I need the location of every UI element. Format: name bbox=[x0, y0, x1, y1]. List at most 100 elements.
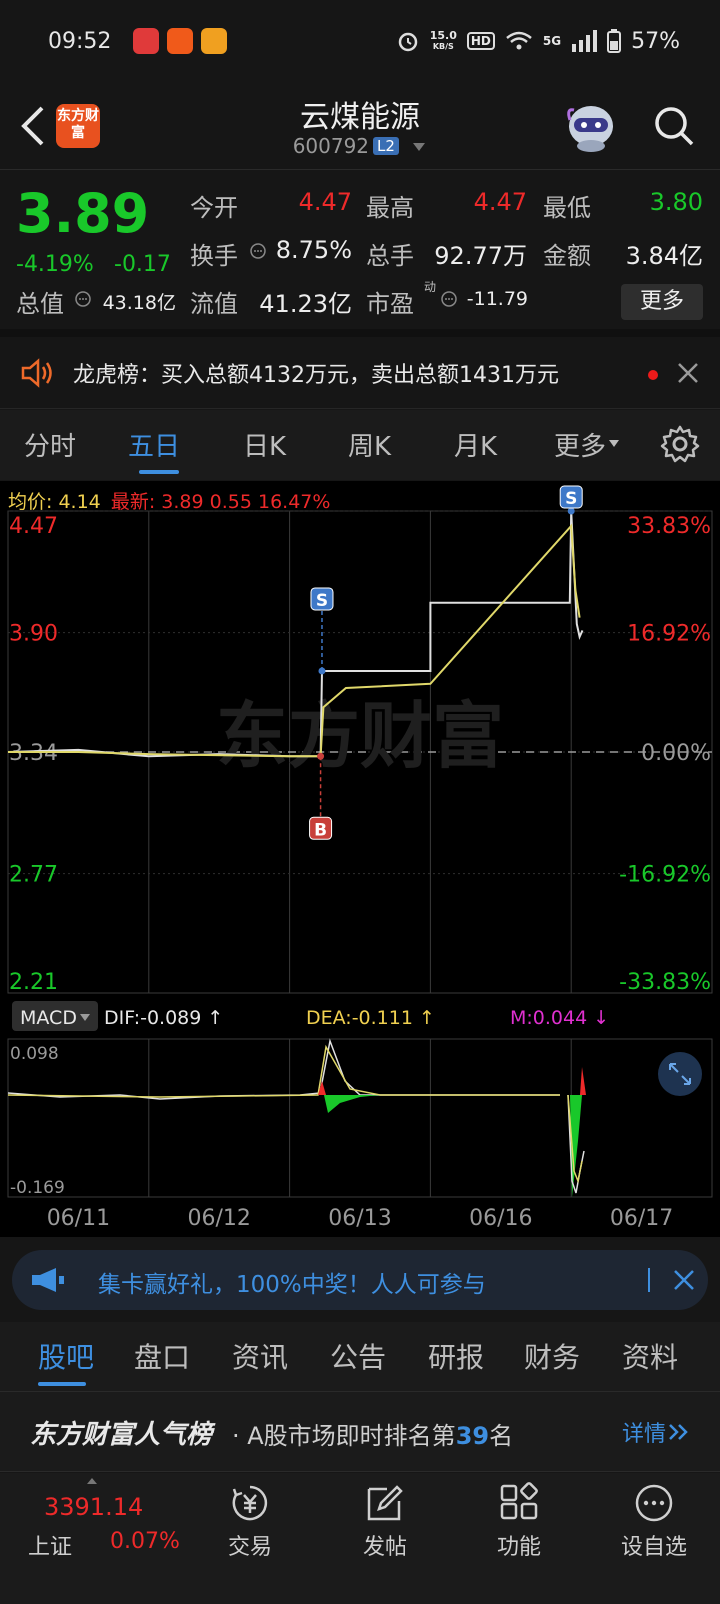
tab-daily-k[interactable]: 日K bbox=[243, 426, 286, 463]
ranking-suffix: 名 bbox=[489, 1422, 514, 1450]
up-triangle-icon bbox=[87, 1478, 97, 1484]
high-value: 4.47 bbox=[473, 188, 527, 216]
banner-divider bbox=[648, 1268, 650, 1292]
change-amount: -0.17 bbox=[114, 252, 171, 277]
search-icon[interactable] bbox=[652, 104, 696, 148]
close-icon[interactable] bbox=[672, 1268, 696, 1292]
high-label: 最高 bbox=[366, 194, 414, 222]
popularity-ranking[interactable]: 东方财富人气榜 · A股市场即时排名第39名 详情 bbox=[0, 1392, 720, 1472]
stock-code: 600792 bbox=[292, 134, 370, 158]
amount-value: 3.84亿 bbox=[625, 242, 703, 270]
unread-dot bbox=[648, 370, 658, 380]
close-icon[interactable] bbox=[676, 361, 700, 385]
trade-marker-label: S bbox=[565, 489, 577, 509]
info-icon[interactable] bbox=[249, 242, 267, 260]
notice-text: 龙虎榜：买入总额4132万元，卖出总额1431万元 bbox=[73, 363, 559, 388]
more-button[interactable]: 更多 bbox=[621, 284, 703, 320]
y-left-tick-label: 3.34 bbox=[9, 741, 58, 766]
ranking-number: 39 bbox=[455, 1422, 490, 1450]
network-type: 5G bbox=[542, 34, 562, 48]
x-axis-date-label: 06/13 bbox=[328, 1206, 391, 1231]
edit-icon bbox=[367, 1485, 403, 1521]
net-speed-unit: KB/S bbox=[432, 42, 454, 51]
open-label: 今开 bbox=[190, 194, 238, 222]
expand-button bbox=[658, 1052, 702, 1096]
float-value: 41.23亿 bbox=[259, 290, 352, 318]
settings-gear-icon[interactable] bbox=[660, 424, 700, 464]
tab-intraday[interactable]: 分时 bbox=[24, 426, 76, 463]
nav-post[interactable]: 发帖 bbox=[335, 1481, 435, 1561]
index-percent: 0.07% bbox=[110, 1529, 180, 1554]
y-right-tick-label: 33.83% bbox=[627, 514, 711, 539]
mktcap-value: 43.18亿 bbox=[102, 292, 176, 314]
tab-research[interactable]: 研报 bbox=[428, 1336, 484, 1376]
taobao-app-icon bbox=[133, 28, 160, 54]
tab-news[interactable]: 资讯 bbox=[232, 1336, 288, 1376]
y-left-tick-label: 3.90 bbox=[9, 622, 58, 647]
signal-icon bbox=[572, 30, 598, 52]
tab-guba[interactable]: 股吧 bbox=[38, 1336, 94, 1376]
current-price: 3.89 bbox=[16, 182, 150, 245]
alarm-icon bbox=[398, 32, 417, 52]
tab-announcements[interactable]: 公告 bbox=[330, 1336, 386, 1376]
speaker-icon bbox=[21, 358, 52, 388]
y-left-tick-label: 2.21 bbox=[9, 970, 58, 995]
macd-top-tick: 0.098 bbox=[10, 1044, 59, 1064]
y-right-tick-label: -33.83% bbox=[619, 970, 711, 995]
level2-badge: L2 bbox=[373, 137, 399, 155]
nav-add-watchlist[interactable]: 设自选 bbox=[604, 1481, 704, 1561]
x-axis-date-label: 06/12 bbox=[187, 1206, 250, 1231]
active-subtab-indicator bbox=[38, 1382, 86, 1386]
index-name: 上证 bbox=[28, 1535, 73, 1560]
ranking-text: · A股市场即时排名第39名 bbox=[232, 1416, 513, 1451]
open-value: 4.47 bbox=[298, 188, 352, 216]
tab-profile[interactable]: 资料 bbox=[622, 1336, 678, 1376]
trade-marker-label: S bbox=[316, 591, 328, 611]
tab-weekly-k[interactable]: 周K bbox=[348, 426, 391, 463]
dragon-tiger-notice[interactable]: 龙虎榜：买入总额4132万元，卖出总额1431万元 bbox=[0, 337, 720, 409]
macd-histogram-negative bbox=[324, 1095, 380, 1113]
info-icon[interactable] bbox=[440, 290, 458, 308]
quote-panel: 3.89 -4.19% -0.17 今开 4.47 最高 4.47 最低 3.8… bbox=[0, 172, 720, 337]
amount-label: 金额 bbox=[543, 242, 591, 270]
content-tabs: 股吧 盘口 资讯 公告 研报 财务 资料 bbox=[0, 1322, 720, 1392]
tab-monthly-k[interactable]: 月K bbox=[454, 426, 497, 463]
turnover-label: 换手 bbox=[190, 242, 238, 270]
watermark-text: 东方财富 bbox=[216, 694, 504, 778]
low-value: 3.80 bbox=[649, 188, 703, 216]
info-icon[interactable] bbox=[74, 290, 92, 308]
macd-dif-label: DIF:-0.089 ↑ bbox=[104, 1007, 223, 1029]
float-label: 流值 bbox=[190, 290, 238, 318]
stock-header: 东方财富 云煤能源 600792 L2 bbox=[0, 82, 720, 170]
low-label: 最低 bbox=[543, 194, 591, 222]
double-chevron-right-icon bbox=[669, 1424, 688, 1440]
net-speed-value: 15.0 bbox=[429, 29, 457, 42]
y-right-tick-label: 16.92% bbox=[627, 622, 711, 647]
robot-assistant-icon[interactable] bbox=[564, 98, 618, 154]
x-axis-date-label: 06/11 bbox=[47, 1206, 110, 1231]
nav-trade[interactable]: 交易 bbox=[200, 1481, 300, 1561]
status-indicators: 15.0 KB/S HD 5G 57% bbox=[396, 29, 680, 54]
nav-trade-label: 交易 bbox=[227, 1535, 272, 1560]
tab-orderbook[interactable]: 盘口 bbox=[134, 1336, 190, 1376]
turnover-value: 8.75% bbox=[275, 236, 352, 264]
volume-value: 92.77万 bbox=[434, 242, 527, 270]
index-value[interactable]: 3391.14 bbox=[44, 1493, 143, 1521]
macd-selector-label: MACD bbox=[20, 1007, 77, 1029]
tab-more[interactable]: 更多 bbox=[554, 426, 620, 463]
dropdown-arrow-icon bbox=[609, 440, 620, 447]
bottom-nav: 3391.14 上证 0.07% 交易 发帖 功能 设自选 bbox=[0, 1473, 720, 1604]
tab-financials[interactable]: 财务 bbox=[524, 1336, 580, 1376]
ranking-detail-link[interactable]: 详情 bbox=[622, 1416, 690, 1448]
pe-superscript: 动 bbox=[424, 280, 437, 294]
weibo-app-icon bbox=[201, 28, 228, 54]
net-speed: 15.0 KB/S bbox=[430, 30, 457, 52]
nav-functions[interactable]: 功能 bbox=[469, 1481, 569, 1561]
tab-five-day[interactable]: 五日 bbox=[128, 426, 180, 463]
ranking-brand: 东方财富人气榜 bbox=[30, 1420, 213, 1450]
five-day-chart[interactable]: 均价: 4.14 最新: 3.89 0.55 16.47% 东方财富 4.47 3.… bbox=[0, 481, 720, 1237]
notification-icons bbox=[133, 28, 228, 54]
x-axis-date-label: 06/16 bbox=[469, 1206, 532, 1231]
promo-banner[interactable]: 集卡赢好礼，100%中奖！人人可参与 bbox=[12, 1250, 708, 1310]
macd-m-label: M:0.044 ↓ bbox=[510, 1007, 609, 1029]
